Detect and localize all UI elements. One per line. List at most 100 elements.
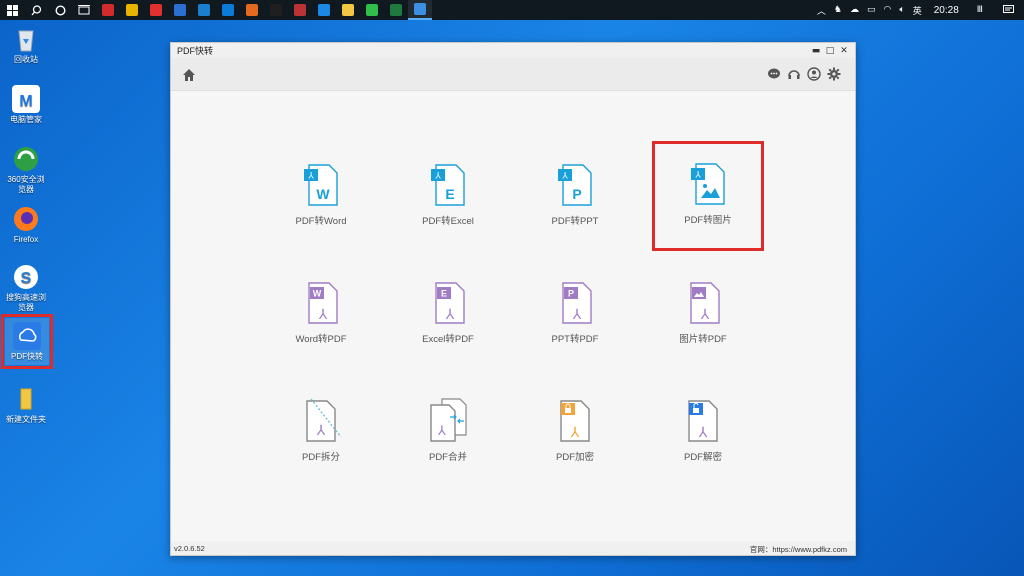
svg-text:P: P bbox=[568, 289, 574, 299]
version-label: v2.0.6.52 bbox=[174, 544, 205, 553]
tray-app-icon[interactable]: ♞ bbox=[830, 0, 846, 20]
taskbar-app-icon[interactable] bbox=[360, 0, 384, 20]
tool-label: 图片转PDF bbox=[679, 334, 727, 345]
svg-text:⅄: ⅄ bbox=[434, 172, 441, 182]
tool-grid: ⅄ W PDF转Word ⅄ E PDF转Excel ⅄ P PDF转PPT ⅄… bbox=[171, 91, 855, 541]
desktop-icon-label: 新建文件夹 bbox=[6, 415, 46, 424]
tool-pdf-to-word[interactable]: ⅄ W PDF转Word bbox=[266, 163, 376, 253]
cloud-icon[interactable]: ☁ bbox=[846, 0, 863, 20]
notification-icon[interactable] bbox=[993, 0, 1024, 20]
desktop-icon-label: PDF快转 bbox=[11, 352, 43, 361]
svg-text:⅄: ⅄ bbox=[700, 307, 710, 323]
recycle-bin-icon bbox=[12, 25, 40, 53]
desktop-icon-pdf-kuaizhuan[interactable]: PDF快转 bbox=[1, 314, 53, 369]
taskbar-app-icon[interactable] bbox=[120, 0, 144, 20]
volume-icon[interactable]: 🔈︎ bbox=[895, 0, 908, 20]
ppt-to-pdf-icon: P ⅄ bbox=[562, 282, 592, 324]
chat-icon[interactable] bbox=[767, 66, 781, 80]
battery-icon[interactable]: ▭ bbox=[863, 0, 880, 20]
tool-pdf-to-image[interactable]: ⅄ PDF转图片 bbox=[652, 141, 764, 251]
desktop-icon-new-folder[interactable]: 新建文件夹 bbox=[4, 385, 48, 425]
tool-label: PDF转Excel bbox=[422, 216, 474, 227]
tool-pdf-decrypt[interactable]: ⅄ PDF解密 bbox=[648, 397, 758, 487]
tool-label: PDF合并 bbox=[428, 452, 467, 463]
pdf-to-word-icon: ⅄ W bbox=[304, 164, 338, 206]
taskbar-app-icon[interactable] bbox=[216, 0, 240, 20]
start-button[interactable] bbox=[0, 0, 24, 20]
cortana-icon[interactable] bbox=[48, 0, 72, 20]
svg-text:W: W bbox=[313, 289, 322, 299]
taskbar-app-icon[interactable] bbox=[168, 0, 192, 20]
tool-pdf-to-excel[interactable]: ⅄ E PDF转Excel bbox=[393, 163, 503, 253]
desktop-icon-sogou-browser[interactable]: S 搜狗高速浏览器 bbox=[4, 263, 48, 313]
pdf-to-ppt-icon: ⅄ P bbox=[558, 164, 592, 206]
gear-icon[interactable] bbox=[827, 66, 841, 81]
pdf-kuaizhuan-window: PDF快转 ▬ □ ✕ ⅄ W PDF转Word ⅄ E PDF转Excel ⅄… bbox=[170, 42, 856, 556]
taskbar-app-icon[interactable] bbox=[240, 0, 264, 20]
desktop-icon-recycle-bin[interactable]: 回收站 bbox=[4, 25, 48, 65]
desktop-icon-pc-manager[interactable]: M 电脑管家 bbox=[4, 85, 48, 125]
search-icon[interactable] bbox=[24, 0, 48, 20]
tool-word-to-pdf[interactable]: W ⅄ Word转PDF bbox=[266, 281, 376, 371]
tool-pdf-split[interactable]: ⅄ PDF拆分 bbox=[266, 397, 376, 487]
close-button[interactable]: ✕ bbox=[837, 46, 851, 56]
taskbar: ︿ ♞ ☁ ▭ ◠ 🔈︎ 英 20:28 Ⅲ bbox=[0, 0, 1024, 20]
tool-label: PDF加密 bbox=[555, 452, 594, 463]
svg-text:⅄: ⅄ bbox=[561, 172, 568, 182]
taskbar-app-icon[interactable] bbox=[336, 0, 360, 20]
wifi-icon[interactable]: ◠ bbox=[879, 0, 895, 20]
image-to-pdf-icon: ⅄ bbox=[690, 282, 720, 324]
language-indicator[interactable]: 英 bbox=[909, 0, 926, 20]
tool-label: PDF转PPT bbox=[551, 216, 599, 227]
tool-label: PDF转Word bbox=[295, 216, 347, 227]
tool-image-to-pdf[interactable]: ⅄ 图片转PDF bbox=[648, 281, 758, 371]
headset-icon[interactable] bbox=[787, 66, 801, 80]
tool-ppt-to-pdf[interactable]: P ⅄ PPT转PDF bbox=[520, 281, 630, 371]
tool-pdf-to-ppt[interactable]: ⅄ P PDF转PPT bbox=[520, 163, 630, 253]
svg-text:⅄: ⅄ bbox=[316, 423, 326, 439]
taskbar-app-icon[interactable] bbox=[384, 0, 408, 20]
taskbar-app-icon[interactable] bbox=[144, 0, 168, 20]
svg-text:E: E bbox=[441, 289, 447, 299]
excel-to-pdf-icon: E ⅄ bbox=[435, 282, 465, 324]
user-icon[interactable] bbox=[807, 66, 821, 81]
desktop-icon-label: 电脑管家 bbox=[10, 115, 42, 124]
tool-label: PPT转PDF bbox=[551, 334, 599, 345]
desktop-icon-label: 搜狗高速浏览器 bbox=[6, 293, 46, 312]
tool-label: PDF解密 bbox=[683, 452, 722, 463]
taskbar-app-icon[interactable] bbox=[288, 0, 312, 20]
tool-excel-to-pdf[interactable]: E ⅄ Excel转PDF bbox=[393, 281, 503, 371]
taskbar-app-icon[interactable] bbox=[192, 0, 216, 20]
minimize-button[interactable]: ▬ bbox=[809, 46, 823, 56]
taskbar-app-icon[interactable] bbox=[312, 0, 336, 20]
tool-label: PDF转图片 bbox=[684, 215, 732, 226]
pdf-to-image-icon: ⅄ bbox=[691, 163, 725, 205]
pdf-split-icon: ⅄ bbox=[306, 398, 342, 442]
home-icon[interactable] bbox=[182, 67, 196, 81]
clock[interactable]: 20:28 bbox=[926, 5, 967, 16]
tool-label: Excel转PDF bbox=[422, 334, 474, 345]
sogou-browser-icon: S bbox=[12, 263, 40, 291]
website-link[interactable]: 官网：https://www.pdfkz.com bbox=[750, 544, 847, 555]
desktop-icon-firefox[interactable]: Firefox bbox=[4, 205, 48, 245]
svg-text:⅄: ⅄ bbox=[572, 307, 582, 323]
svg-text:⅄: ⅄ bbox=[307, 172, 314, 182]
tray-app-icon-2[interactable]: Ⅲ bbox=[967, 0, 993, 20]
pdf-merge-icon: ⅄ bbox=[430, 398, 467, 442]
svg-text:⅄: ⅄ bbox=[570, 425, 580, 441]
taskbar-app-icon[interactable] bbox=[408, 0, 432, 20]
pdf-decrypt-icon: ⅄ bbox=[688, 400, 718, 442]
svg-text:⅄: ⅄ bbox=[437, 424, 446, 439]
tool-pdf-merge[interactable]: ⅄ PDF合并 bbox=[393, 397, 503, 487]
tool-label: Word转PDF bbox=[295, 334, 347, 345]
taskbar-app-icon[interactable] bbox=[96, 0, 120, 20]
tool-pdf-encrypt[interactable]: ⅄ PDF加密 bbox=[520, 397, 630, 487]
maximize-button[interactable]: □ bbox=[823, 46, 837, 56]
svg-text:S: S bbox=[21, 270, 32, 287]
title-bar[interactable]: PDF快转 ▬ □ ✕ bbox=[171, 43, 855, 58]
taskbar-app-icon[interactable] bbox=[264, 0, 288, 20]
svg-text:P: P bbox=[572, 186, 581, 202]
task-view-icon[interactable] bbox=[72, 0, 96, 20]
desktop-icon-360-browser[interactable]: 360安全浏览器 bbox=[4, 145, 48, 195]
tray-chevron-icon[interactable]: ︿ bbox=[813, 0, 830, 20]
